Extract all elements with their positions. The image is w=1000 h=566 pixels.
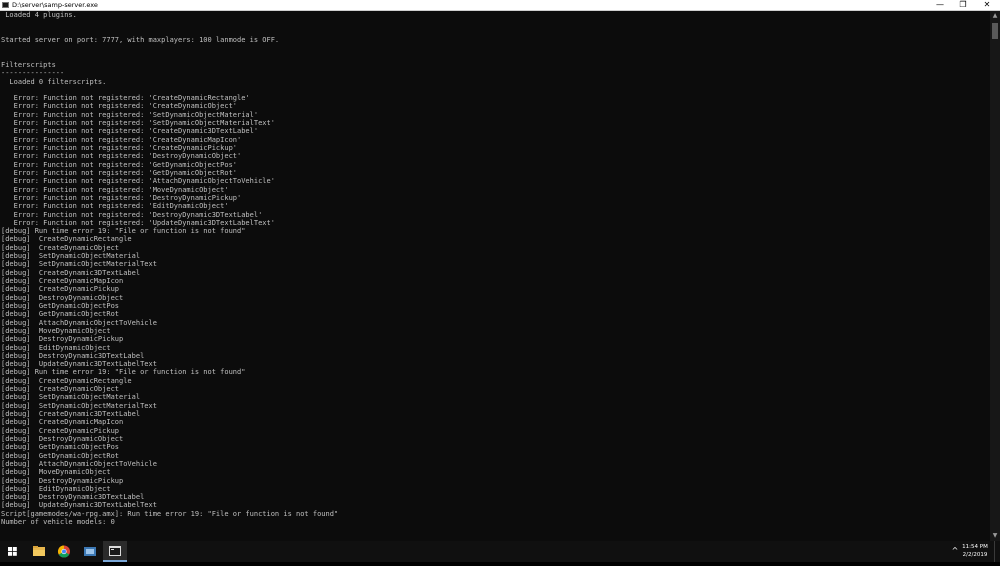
console-window: D:\server\samp-server.exe — ❐ ✕ Loaded 4… (0, 0, 1000, 541)
console-app-icon (2, 2, 9, 8)
console-line: Loaded 0 filterscripts. (1, 77, 107, 86)
console-line: [debug] CreateDynamicObject (1, 243, 120, 252)
console-line: [debug] CreateDynamic3DTextLabel (1, 268, 141, 277)
taskbar-chrome[interactable] (52, 541, 76, 562)
console-line: --------------- (1, 69, 65, 78)
console-line: Number of vehicle models: 0 (1, 518, 115, 527)
console-line: Started server on port: 7777, with maxpl… (1, 35, 280, 44)
console-line: [debug] CreateDynamicRectangle (1, 376, 132, 385)
console-line: Script[gamemodes/wa-rpg.amx]: Run time e… (1, 509, 339, 518)
console-line: [debug] DestroyDynamicObject (1, 293, 124, 302)
show-desktop-button[interactable] (994, 541, 1000, 562)
chrome-icon (57, 545, 70, 558)
console-line: [debug] GetDynamicObjectRot (1, 310, 120, 319)
console-line: [debug] UpdateDynamic3DTextLabelText (1, 501, 157, 510)
windows-logo-icon (8, 547, 17, 556)
console-icon (109, 546, 121, 556)
minimize-button[interactable]: — (928, 0, 952, 10)
console-line: Error: Function not registered: 'CreateD… (1, 127, 259, 136)
console-line: [debug] DestroyDynamicPickup (1, 335, 124, 344)
console-line: Error: Function not registered: 'AttachD… (1, 177, 275, 186)
console-line: [debug] Run time error 19: "File or func… (1, 368, 246, 377)
console-line: Error: Function not registered: 'SetDyna… (1, 119, 275, 128)
console-output[interactable]: Loaded 4 plugins. Started server on port:… (0, 11, 991, 541)
console-line: [debug] Run time error 19: "File or func… (1, 227, 246, 236)
console-line: [debug] CreateDynamic3DTextLabel (1, 410, 141, 418)
console-line: Error: Function not registered: 'EditDyn… (1, 202, 229, 211)
console-line: Filterscripts (1, 60, 56, 69)
taskbar-file-explorer[interactable] (27, 541, 51, 562)
window-title: D:\server\samp-server.exe (12, 1, 98, 9)
console-line: Error: Function not registered: 'UpdateD… (1, 218, 275, 227)
console-line: [debug] UpdateDynamic3DTextLabelText (1, 360, 157, 369)
console-line: [debug] SetDynamicObjectMaterial (1, 252, 141, 261)
console-line: [debug] DestroyDynamicPickup (1, 476, 124, 485)
console-line: [debug] GetDynamicObjectPos (1, 443, 120, 452)
console-line: [debug] SetDynamicObjectMaterial (1, 393, 141, 402)
console-line: [debug] MoveDynamicObject (1, 468, 111, 477)
scroll-thumb[interactable] (992, 23, 998, 39)
maximize-button[interactable]: ❐ (951, 0, 975, 10)
folder-icon (33, 546, 45, 556)
vertical-scrollbar[interactable]: ▲ ▼ (990, 11, 1000, 541)
scroll-down-arrow-icon[interactable]: ▼ (990, 531, 1000, 541)
console-line: [debug] DestroyDynamic3DTextLabel (1, 351, 145, 360)
console-line: [debug] SetDynamicObjectMaterialText (1, 260, 157, 269)
title-bar[interactable]: D:\server\samp-server.exe — ❐ ✕ (0, 0, 1000, 11)
console-line: Error: Function not registered: 'CreateD… (1, 144, 238, 152)
console-line: [debug] AttachDynamicObjectToVehicle (1, 459, 157, 468)
console-line: Loaded 4 plugins. (1, 11, 77, 19)
console-line: Error: Function not registered: 'CreateD… (1, 135, 242, 144)
scroll-up-arrow-icon[interactable]: ▲ (990, 11, 1000, 21)
console-line: [debug] DestroyDynamicObject (1, 434, 124, 443)
clock-date: 2/2/2019 (962, 552, 988, 558)
console-line: Error: Function not registered: 'Destroy… (1, 152, 242, 161)
console-line: Error: Function not registered: 'SetDyna… (1, 110, 259, 119)
close-button[interactable]: ✕ (975, 0, 999, 10)
network-icon (84, 547, 96, 556)
console-line: [debug] CreateDynamicMapIcon (1, 418, 124, 427)
console-line: Error: Function not registered: 'MoveDyn… (1, 185, 229, 194)
console-line: Error: Function not registered: 'CreateD… (1, 94, 250, 103)
console-line: Error: Function not registered: 'Destroy… (1, 193, 242, 202)
console-line: [debug] CreateDynamicPickup (1, 426, 120, 435)
taskbar-console-window[interactable] (103, 541, 127, 562)
console-line: Error: Function not registered: 'CreateD… (1, 102, 238, 111)
console-line: [debug] CreateDynamicPickup (1, 285, 120, 294)
console-line: [debug] DestroyDynamic3DTextLabel (1, 493, 145, 502)
console-line: Error: Function not registered: 'GetDyna… (1, 168, 238, 177)
console-line: [debug] EditDynamicObject (1, 343, 111, 352)
console-line: Error: Function not registered: 'GetDyna… (1, 160, 238, 169)
clock-time: 11:54 PM (962, 544, 988, 550)
console-line: [debug] CreateDynamicObject (1, 385, 120, 394)
show-hidden-icons-chevron-icon[interactable]: ^ (949, 546, 961, 556)
console-line: [debug] MoveDynamicObject (1, 326, 111, 335)
system-clock[interactable]: 11:54 PM 2/2/2019 (962, 543, 988, 559)
start-button[interactable] (0, 541, 24, 562)
console-line: [debug] GetDynamicObjectRot (1, 451, 120, 460)
taskbar-network-app[interactable] (78, 541, 102, 562)
console-line: [debug] CreateDynamicRectangle (1, 235, 132, 244)
console-line: [debug] GetDynamicObjectPos (1, 301, 120, 310)
console-line: [debug] AttachDynamicObjectToVehicle (1, 318, 157, 327)
console-line: [debug] CreateDynamicMapIcon (1, 277, 124, 285)
taskbar: ^ 11:54 PM 2/2/2019 (0, 541, 1000, 562)
console-line: [debug] EditDynamicObject (1, 484, 111, 493)
console-line: [debug] SetDynamicObjectMaterialText (1, 401, 157, 410)
console-line: Error: Function not registered: 'Destroy… (1, 210, 263, 219)
